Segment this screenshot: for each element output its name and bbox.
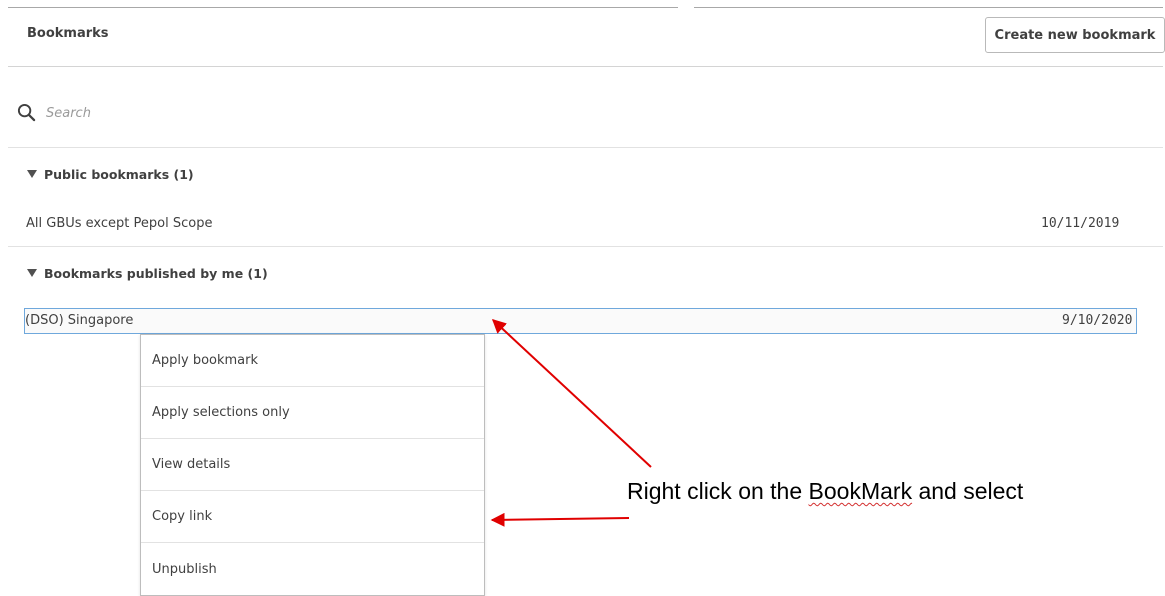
annotation-arrows bbox=[490, 319, 652, 527]
arrow-to-bookmark bbox=[491, 319, 652, 468]
arrow-to-copy-link bbox=[490, 512, 630, 527]
